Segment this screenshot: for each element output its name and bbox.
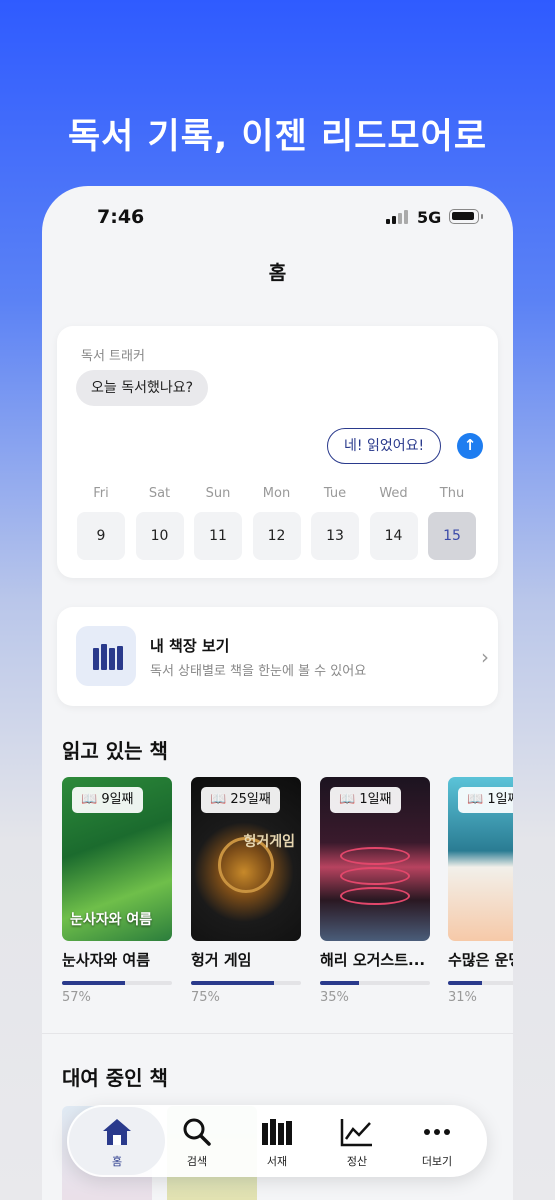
tab-label: 정산 <box>346 1155 368 1168</box>
bookshelf-icon <box>76 626 136 686</box>
book-cover: 📖 1일째 <box>448 777 513 941</box>
day-date: 10 <box>135 512 184 560</box>
network-label: 5G <box>417 208 442 227</box>
book-title: 눈사자와 여름 <box>62 951 151 969</box>
day-name: Wed <box>379 486 408 501</box>
day-name: Sat <box>148 486 171 501</box>
day-name: Fri <box>93 486 109 501</box>
search-icon <box>183 1118 211 1146</box>
home-icon <box>103 1119 131 1145</box>
send-button[interactable]: ↑ <box>457 433 483 459</box>
day-item[interactable]: Sat 10 <box>135 486 184 560</box>
day-item[interactable]: Tue 13 <box>311 486 359 560</box>
day-name: Sun <box>205 486 231 501</box>
tab-label: 더보기 <box>421 1155 453 1168</box>
more-icon <box>424 1129 450 1135</box>
progress-bar <box>62 981 172 985</box>
tab-settlement[interactable]: 정산 <box>315 1105 399 1177</box>
cover-title: 눈사자와 여름 <box>70 912 153 928</box>
phone-screen: 7:46 5G 홈 독서 트래커 오늘 독서했나요? 네! 읽었어요! ↑ Fr… <box>42 186 513 1200</box>
reading-section-title: 읽고 있는 책 <box>62 739 168 763</box>
day-name: Tue <box>323 486 347 501</box>
tab-label: 서재 <box>266 1155 288 1168</box>
progress-percent: 75% <box>191 990 220 1005</box>
book-card[interactable]: 📖 9일째 눈사자와 여름 눈사자와 여름 57% <box>62 777 172 1005</box>
tab-more[interactable]: 더보기 <box>395 1105 479 1177</box>
battery-icon <box>449 209 483 224</box>
day-date: 9 <box>77 512 125 560</box>
tracker-question-bubble: 오늘 독서했나요? <box>76 370 209 406</box>
day-date: 13 <box>311 512 359 560</box>
day-item[interactable]: Sun 11 <box>194 486 242 560</box>
arrow-up-icon: ↑ <box>463 436 477 454</box>
book-card[interactable]: 📖 25일째 헝거게임 헝거 게임 75% <box>191 777 301 1005</box>
reading-books-list: 📖 9일째 눈사자와 여름 눈사자와 여름 57% 📖 25일째 헝거게임 헝거… <box>42 777 513 1007</box>
bottom-tab-bar: 홈 검색 서재 정산 더보기 <box>67 1105 487 1177</box>
day-date: 14 <box>369 512 418 560</box>
day-item-today[interactable]: Thu 15 <box>428 486 476 560</box>
progress-percent: 35% <box>320 990 349 1005</box>
cover-title: 헝거게임 <box>243 834 295 850</box>
day-name: Thu <box>439 486 465 501</box>
day-date: 11 <box>194 512 242 560</box>
tracker-answer-button[interactable]: 네! 읽었어요! <box>327 428 442 464</box>
day-name: Mon <box>262 486 291 501</box>
tab-library[interactable]: 서재 <box>235 1105 319 1177</box>
status-bar: 7:46 5G <box>42 186 513 248</box>
book-cover: 📖 1일째 <box>320 777 430 941</box>
day-item[interactable]: Fri 9 <box>77 486 125 560</box>
book-title: 수많은 운명 <box>448 951 513 969</box>
reading-days-badge: 📖 9일째 <box>72 787 143 813</box>
renting-section-title: 대여 중인 책 <box>62 1066 168 1090</box>
signal-icon <box>386 210 410 224</box>
book-title: 해리 오거스트... <box>320 951 426 969</box>
chevron-right-icon: › <box>481 645 489 669</box>
tab-label: 홈 <box>111 1155 123 1168</box>
book-card[interactable]: 📖 1일째 수많은 운명 31% <box>448 777 513 1005</box>
reading-tracker-card: 독서 트래커 오늘 독서했나요? 네! 읽었어요! ↑ Fri 9 Sat 10 S… <box>57 326 498 578</box>
status-time: 7:46 <box>97 206 145 228</box>
book-cover: 📖 25일째 헝거게임 <box>191 777 301 941</box>
day-item[interactable]: Mon 12 <box>252 486 301 560</box>
tab-label: 검색 <box>186 1155 208 1168</box>
day-item[interactable]: Wed 14 <box>369 486 418 560</box>
headline: 독서 기록, 이젠 리드모어로 <box>67 117 488 157</box>
tab-home[interactable]: 홈 <box>69 1105 165 1177</box>
book-title: 헝거 게임 <box>191 951 252 969</box>
book-card[interactable]: 📖 1일째 해리 오거스트... 35% <box>320 777 430 1005</box>
tab-search[interactable]: 검색 <box>155 1105 239 1177</box>
reading-days-badge: 📖 1일째 <box>458 787 513 813</box>
progress-percent: 31% <box>448 990 477 1005</box>
chart-icon <box>340 1119 372 1147</box>
section-divider <box>42 1033 513 1034</box>
shelf-subtitle: 독서 상태별로 책을 한눈에 볼 수 있어요 <box>150 664 367 679</box>
tracker-label: 독서 트래커 <box>81 349 145 364</box>
progress-bar <box>448 981 513 985</box>
day-date: 12 <box>252 512 301 560</box>
day-date: 15 <box>428 512 476 560</box>
my-shelf-card[interactable]: 내 책장 보기 독서 상태별로 책을 한눈에 볼 수 있어요 › <box>57 607 498 706</box>
progress-bar <box>191 981 301 985</box>
library-icon <box>262 1119 292 1145</box>
reading-days-badge: 📖 1일째 <box>330 787 401 813</box>
progress-bar <box>320 981 430 985</box>
reading-days-badge: 📖 25일째 <box>201 787 280 813</box>
progress-percent: 57% <box>62 990 91 1005</box>
shelf-title: 내 책장 보기 <box>150 637 230 655</box>
page-title: 홈 <box>268 262 287 284</box>
book-cover: 📖 9일째 눈사자와 여름 <box>62 777 172 941</box>
